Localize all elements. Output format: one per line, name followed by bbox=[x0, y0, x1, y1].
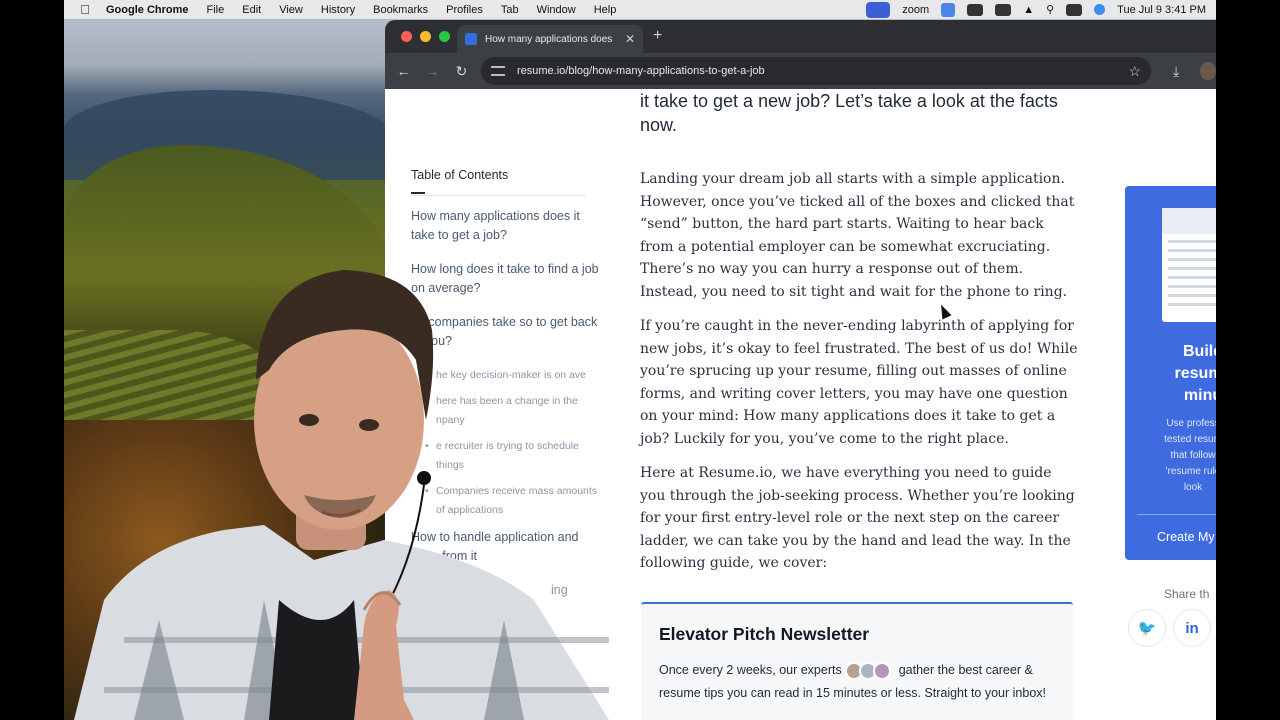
wallpaper-vineyard bbox=[64, 330, 274, 420]
newsletter-title: Elevator Pitch Newsletter bbox=[659, 624, 870, 644]
resume-io-favicon-icon bbox=[465, 33, 477, 45]
wifi-icon[interactable]: ▲ bbox=[1023, 4, 1034, 16]
web-page: it take to get a new job? Let’s take a l… bbox=[385, 89, 1216, 720]
status-area: zoom ▲ ⚲ Tue Jul 9 3:41 PM bbox=[866, 0, 1206, 19]
spotlight-search-icon[interactable]: ⚲ bbox=[1046, 3, 1054, 16]
promo-blurb: Use profess tested resum that follow 're… bbox=[1164, 418, 1216, 493]
wallpaper-autumn-trees bbox=[64, 420, 384, 720]
siri-icon[interactable] bbox=[1094, 4, 1106, 15]
window-controls bbox=[401, 31, 450, 42]
menu-edit[interactable]: Edit bbox=[242, 4, 261, 16]
zoom-video-icon[interactable] bbox=[866, 1, 891, 18]
newsletter-text-before: Once every 2 weeks, our experts bbox=[659, 663, 842, 677]
new-tab-icon[interactable]: + bbox=[653, 27, 662, 45]
menu-window[interactable]: Window bbox=[537, 4, 576, 16]
battery-icon[interactable] bbox=[995, 3, 1012, 16]
linkedin-share-icon[interactable]: in bbox=[1173, 609, 1211, 647]
minimize-window-button[interactable] bbox=[420, 31, 431, 42]
close-tab-icon[interactable]: ✕ bbox=[625, 32, 635, 46]
table-of-contents: Table of Contents How many applications … bbox=[411, 168, 601, 615]
toc-sublink[interactable]: Companies receive mass amounts of applic… bbox=[425, 482, 601, 520]
resume-builder-promo[interactable]: Build resume minu Use profess tested res… bbox=[1125, 186, 1216, 560]
url-text[interactable]: resume.io/blog/how-many-applications-to-… bbox=[517, 65, 1128, 77]
bookmark-star-icon[interactable]: ☆ bbox=[1128, 63, 1141, 80]
macos-menubar:  Google Chrome File Edit View History B… bbox=[64, 0, 1216, 19]
back-arrow-icon[interactable]: ← bbox=[389, 63, 418, 79]
chrome-window: How many applications does ✕ + ← → ↻ res… bbox=[385, 20, 1216, 720]
article-body: Landing your dream job all starts with a… bbox=[640, 168, 1080, 587]
apple-menu-icon[interactable]:  bbox=[64, 2, 106, 17]
toc-link[interactable]: ing bbox=[411, 581, 601, 600]
menu-bookmarks[interactable]: Bookmarks bbox=[373, 4, 428, 16]
toc-link[interactable]: How many applications does it take to ge… bbox=[411, 207, 601, 245]
toc-sublink[interactable]: e recruiter is trying to schedule things bbox=[425, 437, 601, 475]
newsletter-box: Elevator Pitch Newsletter Once every 2 w… bbox=[641, 602, 1073, 720]
reload-icon[interactable]: ↻ bbox=[447, 63, 476, 80]
site-settings-icon[interactable] bbox=[491, 66, 505, 76]
forward-arrow-icon[interactable]: → bbox=[418, 63, 447, 79]
toc-link[interactable]: How long does it take to find a job on a… bbox=[411, 260, 601, 298]
profile-avatar[interactable] bbox=[1200, 62, 1216, 80]
menu-app-name[interactable]: Google Chrome bbox=[106, 4, 189, 16]
create-resume-button[interactable]: Create My bbox=[1157, 530, 1215, 544]
promo-divider bbox=[1137, 514, 1216, 515]
screen-frame:  Google Chrome File Edit View History B… bbox=[64, 0, 1216, 720]
zoom-status-label[interactable]: zoom bbox=[902, 4, 929, 16]
app-status-icon[interactable] bbox=[967, 3, 984, 16]
zoom-window-button[interactable] bbox=[439, 31, 450, 42]
toc-sublink[interactable]: he key decision-maker is on ave bbox=[425, 366, 601, 385]
downloads-icon[interactable]: ⤓ bbox=[1173, 63, 1179, 80]
article-lead-text: it take to get a new job? Let’s take a l… bbox=[640, 91, 1058, 135]
tab-active[interactable]: How many applications does ✕ bbox=[457, 25, 643, 53]
newsletter-text: Once every 2 weeks, our experts gather t… bbox=[659, 659, 1055, 704]
close-window-button[interactable] bbox=[401, 31, 412, 42]
menu-view[interactable]: View bbox=[279, 4, 303, 16]
tab-title: How many applications does bbox=[485, 33, 613, 45]
tab-strip: How many applications does ✕ + bbox=[385, 20, 1216, 53]
article-paragraph: Here at Resume.io, we have everything yo… bbox=[640, 465, 1075, 571]
toc-sublink[interactable]: here has been a change in the npany bbox=[425, 392, 601, 430]
control-center-icon[interactable] bbox=[1066, 3, 1083, 16]
address-bar[interactable]: resume.io/blog/how-many-applications-to-… bbox=[481, 57, 1151, 85]
menu-history[interactable]: History bbox=[321, 4, 355, 16]
share-label: Share th bbox=[1164, 587, 1210, 601]
article-paragraph: If you’re caught in the never-ending lab… bbox=[640, 318, 1078, 447]
menu-profiles[interactable]: Profiles bbox=[446, 4, 483, 16]
menu-file[interactable]: File bbox=[207, 4, 225, 16]
browser-toolbar: ← → ↻ resume.io/blog/how-many-applicatio… bbox=[385, 53, 1216, 89]
avatar bbox=[873, 661, 892, 680]
toc-link[interactable]: How to handle application and learn from… bbox=[411, 528, 601, 566]
menu-help[interactable]: Help bbox=[594, 4, 617, 16]
toc-title: Table of Contents bbox=[411, 168, 509, 182]
twitter-share-icon[interactable]: 🐦 bbox=[1128, 609, 1166, 647]
toc-link[interactable]: do companies take so to get back to you? bbox=[411, 313, 601, 351]
article-paragraph: Landing your dream job all starts with a… bbox=[640, 171, 1075, 300]
menu-tab[interactable]: Tab bbox=[501, 4, 519, 16]
promo-heading: Build resume minu bbox=[1174, 343, 1216, 404]
expert-avatars bbox=[845, 661, 895, 680]
toc-title-underline bbox=[411, 192, 425, 194]
resume-preview-image bbox=[1162, 208, 1216, 322]
toc-divider bbox=[411, 195, 586, 196]
menubar-clock[interactable]: Tue Jul 9 3:41 PM bbox=[1117, 4, 1206, 16]
security-shield-icon[interactable] bbox=[941, 2, 956, 17]
